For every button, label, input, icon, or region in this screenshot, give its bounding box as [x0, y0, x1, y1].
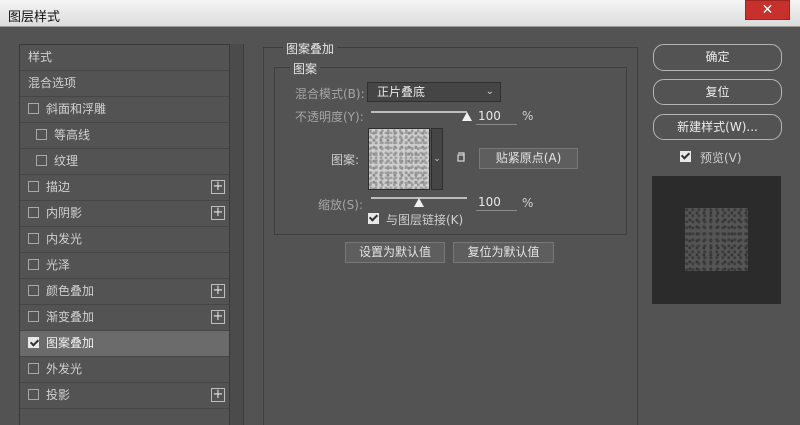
style-item[interactable]: 斜面和浮雕 — [20, 97, 229, 123]
blend-mode-value: 正片叠底 — [377, 85, 426, 99]
chevron-down-icon: ⌄ — [485, 86, 494, 97]
snap-to-origin-button[interactable]: 贴紧原点(A) — [479, 148, 578, 169]
group-title: 图案 — [290, 60, 321, 77]
style-item-label: 颜色叠加 — [46, 284, 95, 298]
chevron-down-icon: ⌄ — [433, 154, 441, 164]
add-effect-icon[interactable]: + — [211, 284, 225, 298]
style-item-checkbox[interactable] — [28, 259, 39, 270]
style-item[interactable]: 外发光 — [20, 357, 229, 383]
style-item-label: 投影 — [46, 388, 71, 402]
style-item-checkbox[interactable] — [28, 181, 39, 192]
reset-to-default-button[interactable]: 复位为默认值 — [453, 242, 554, 263]
opacity-slider-track[interactable] — [371, 111, 467, 113]
link-with-layer-checkbox[interactable] — [368, 213, 379, 224]
preview-checkbox[interactable] — [680, 151, 691, 162]
opacity-slider-thumb[interactable] — [462, 112, 472, 121]
opacity-input[interactable]: 100 — [476, 108, 517, 125]
blend-mode-label: 混合模式(B): — [295, 87, 365, 101]
close-icon: ✕ — [761, 2, 774, 18]
style-item-label: 混合选项 — [28, 76, 77, 90]
opacity-percent: % — [522, 109, 534, 123]
style-item-label: 内发光 — [46, 232, 83, 246]
style-item-label: 斜面和浮雕 — [46, 102, 107, 116]
scale-percent: % — [522, 196, 534, 210]
style-item[interactable]: 渐变叠加 + — [20, 305, 229, 331]
scale-slider-thumb[interactable] — [414, 198, 424, 207]
style-item-checkbox[interactable] — [28, 311, 39, 322]
section-title: 图案叠加 — [283, 40, 338, 57]
style-item-checkbox[interactable] — [28, 389, 39, 400]
scale-input[interactable]: 100 — [476, 194, 517, 211]
style-item[interactable]: 内阴影 + — [20, 201, 229, 227]
style-item[interactable]: 样式 — [20, 45, 229, 71]
styles-list: 样式混合选项斜面和浮雕等高线纹理描边 + 内阴影 + 内发光光泽颜色叠加 + 渐变叠加 + 图案… — [19, 44, 230, 425]
pattern-swatch[interactable] — [368, 128, 430, 190]
add-effect-icon[interactable]: + — [211, 206, 225, 220]
style-item-label: 样式 — [28, 50, 53, 64]
make-default-button[interactable]: 设置为默认值 — [345, 242, 445, 263]
style-item[interactable]: 投影 + — [20, 383, 229, 409]
add-effect-icon[interactable]: + — [211, 388, 225, 402]
style-item[interactable]: 混合选项 — [20, 71, 229, 97]
styles-list-scrollbar[interactable] — [230, 44, 244, 425]
opacity-label: 不透明度(Y): — [295, 110, 364, 124]
style-item-checkbox[interactable] — [28, 103, 39, 114]
new-preset-icon[interactable] — [457, 152, 467, 162]
window-title: 图层样式 — [8, 10, 61, 25]
style-item-checkbox[interactable] — [28, 363, 39, 374]
pattern-picker-dropdown[interactable]: ⌄ — [431, 128, 443, 190]
title-bar: 图层样式 ✕ — [0, 0, 800, 27]
style-item-checkbox[interactable] — [28, 285, 39, 296]
style-item-checkbox[interactable] — [28, 207, 39, 218]
style-item-label: 外发光 — [46, 362, 83, 376]
link-with-layer-label: 与图层链接(K) — [386, 213, 464, 227]
style-item-label: 描边 — [46, 180, 71, 194]
add-effect-icon[interactable]: + — [211, 310, 225, 324]
style-item-label: 纹理 — [54, 154, 79, 168]
style-item-checkbox[interactable] — [28, 233, 39, 244]
style-item-label: 光泽 — [46, 258, 71, 272]
style-item[interactable]: 颜色叠加 + — [20, 279, 229, 305]
style-item[interactable]: 描边 + — [20, 175, 229, 201]
style-item-label: 图案叠加 — [46, 336, 95, 350]
ok-button[interactable]: 确定 — [653, 44, 782, 71]
style-item[interactable]: 图案叠加 — [20, 331, 229, 357]
style-item[interactable]: 光泽 — [20, 253, 229, 279]
scale-label: 缩放(S): — [318, 198, 364, 212]
style-item-checkbox[interactable] — [36, 129, 47, 140]
style-item-checkbox[interactable] — [36, 155, 47, 166]
reset-button[interactable]: 复位 — [653, 79, 782, 105]
pattern-label: 图案: — [331, 153, 360, 167]
preview-sample-swatch — [685, 208, 748, 271]
new-style-button[interactable]: 新建样式(W)... — [653, 114, 782, 140]
style-item-label: 内阴影 — [46, 206, 83, 220]
close-button[interactable]: ✕ — [745, 0, 790, 20]
style-item-label: 等高线 — [54, 128, 91, 142]
add-effect-icon[interactable]: + — [211, 180, 225, 194]
blend-mode-select[interactable]: 正片叠底 ⌄ — [367, 82, 501, 102]
style-item-checkbox[interactable] — [28, 337, 39, 348]
style-item[interactable]: 等高线 — [20, 123, 229, 149]
preview-label: 预览(V) — [700, 151, 742, 165]
style-item[interactable]: 内发光 — [20, 227, 229, 253]
style-item-label: 渐变叠加 — [46, 310, 95, 324]
style-item[interactable]: 纹理 — [20, 149, 229, 175]
